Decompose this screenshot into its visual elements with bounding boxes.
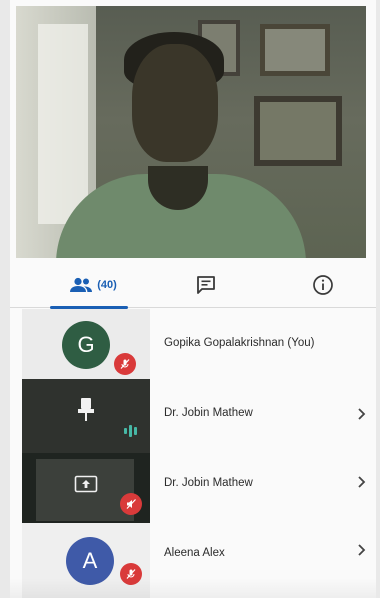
tab-chat[interactable]: [188, 262, 224, 308]
chevron-right-icon[interactable]: [356, 407, 368, 421]
participant-tile[interactable]: [22, 379, 150, 453]
avatar: G: [62, 321, 110, 369]
participant-list: G A Gopika Gopalakrishnan (You) Dr. Jobi…: [10, 309, 376, 598]
participant-name: Gopika Gopalakrishnan (You): [164, 337, 315, 349]
participant-row[interactable]: Dr. Jobin Mathew: [150, 379, 376, 453]
bottom-edge-shadow: [10, 578, 376, 598]
participant-tile[interactable]: [22, 453, 150, 523]
video-person-face: [132, 44, 218, 162]
participant-name: Dr. Jobin Mathew: [164, 407, 253, 419]
participant-row[interactable]: Gopika Gopalakrishnan (You): [150, 309, 376, 379]
panel-tabs: (40): [10, 262, 376, 309]
participant-row[interactable]: Dr. Jobin Mathew: [150, 453, 376, 523]
mic-off-icon: [114, 353, 136, 375]
info-icon: [313, 275, 333, 295]
participant-name: Aleena Alex: [164, 547, 225, 559]
video-background-window: [38, 24, 88, 224]
meeting-screen: (40) G A Gopika Gopalakrishnan (You) Dr.…: [10, 0, 376, 598]
tab-people[interactable]: (40): [38, 262, 148, 308]
main-video-feed[interactable]: [16, 6, 366, 258]
people-icon: [70, 277, 93, 292]
tab-info[interactable]: [308, 262, 338, 308]
participant-tiles: G A: [22, 309, 150, 598]
video-wall-frame: [254, 96, 342, 166]
video-wall-frame: [260, 24, 330, 76]
present-screen-icon: [74, 475, 98, 493]
chat-icon: [197, 276, 215, 294]
pin-icon: [78, 398, 94, 421]
participant-tile[interactable]: G: [22, 309, 150, 379]
mic-off-icon: [120, 493, 142, 515]
participant-count: (40): [97, 279, 117, 291]
chevron-right-icon[interactable]: [356, 543, 368, 557]
speaking-indicator-icon: [124, 425, 137, 437]
participant-name: Dr. Jobin Mathew: [164, 477, 253, 489]
chevron-right-icon[interactable]: [356, 475, 368, 489]
